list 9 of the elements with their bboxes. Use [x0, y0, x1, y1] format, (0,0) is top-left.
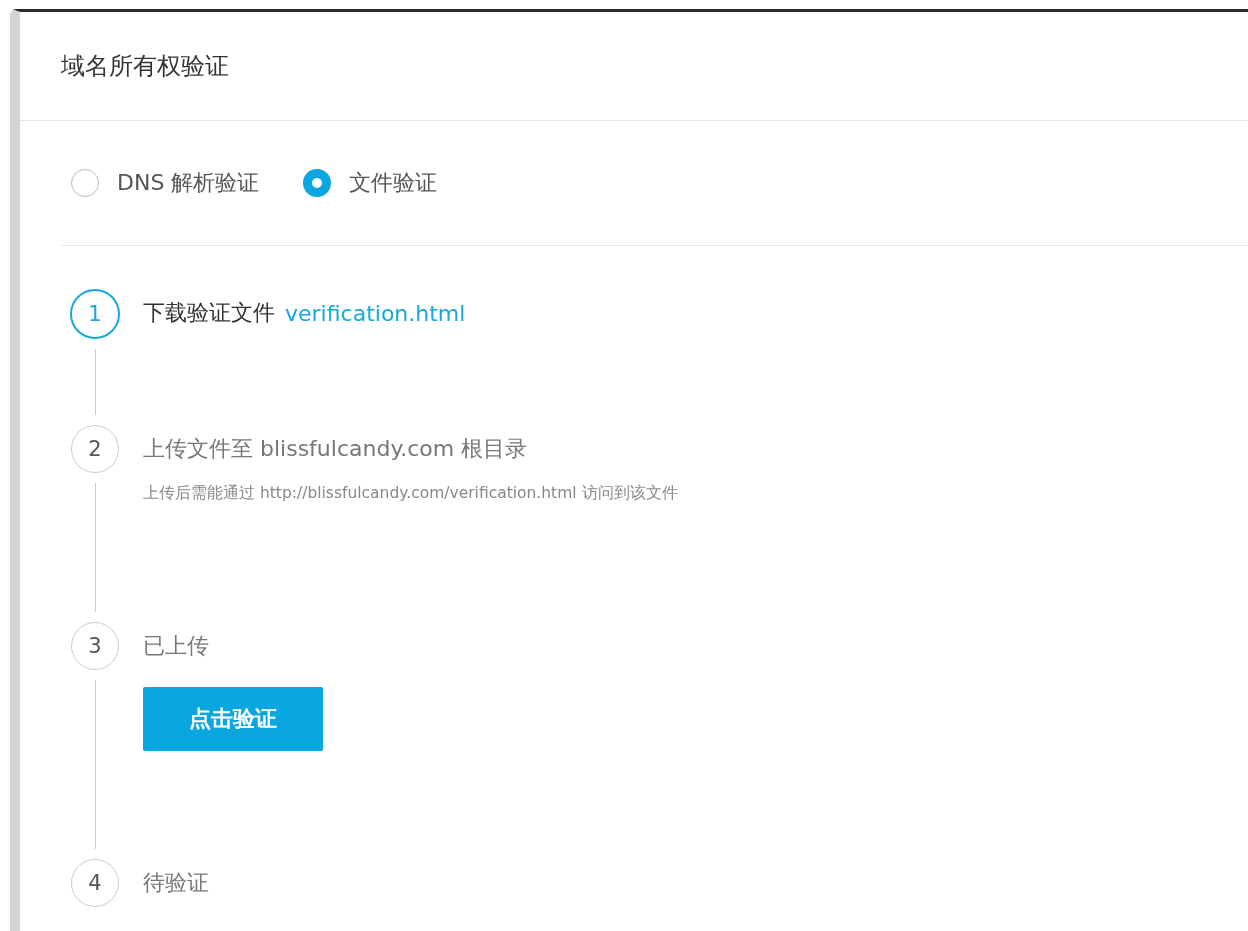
- dialog-title: 域名所有权验证: [61, 51, 229, 82]
- step-title: 下载验证文件: [143, 299, 275, 327]
- step-number: 1: [70, 289, 120, 339]
- step-title: 上传文件至 blissfulcandy.com 根目录: [143, 435, 528, 463]
- step-title: 待验证: [143, 869, 209, 897]
- step-note: 上传后需能通过 http://blissfulcandy.com/verification.html 访问到该文件: [143, 483, 679, 504]
- radio-option[interactable]: 文件验证: [303, 168, 438, 198]
- step-title: 已上传: [143, 632, 209, 660]
- radio-option[interactable]: DNS 解析验证: [71, 168, 260, 198]
